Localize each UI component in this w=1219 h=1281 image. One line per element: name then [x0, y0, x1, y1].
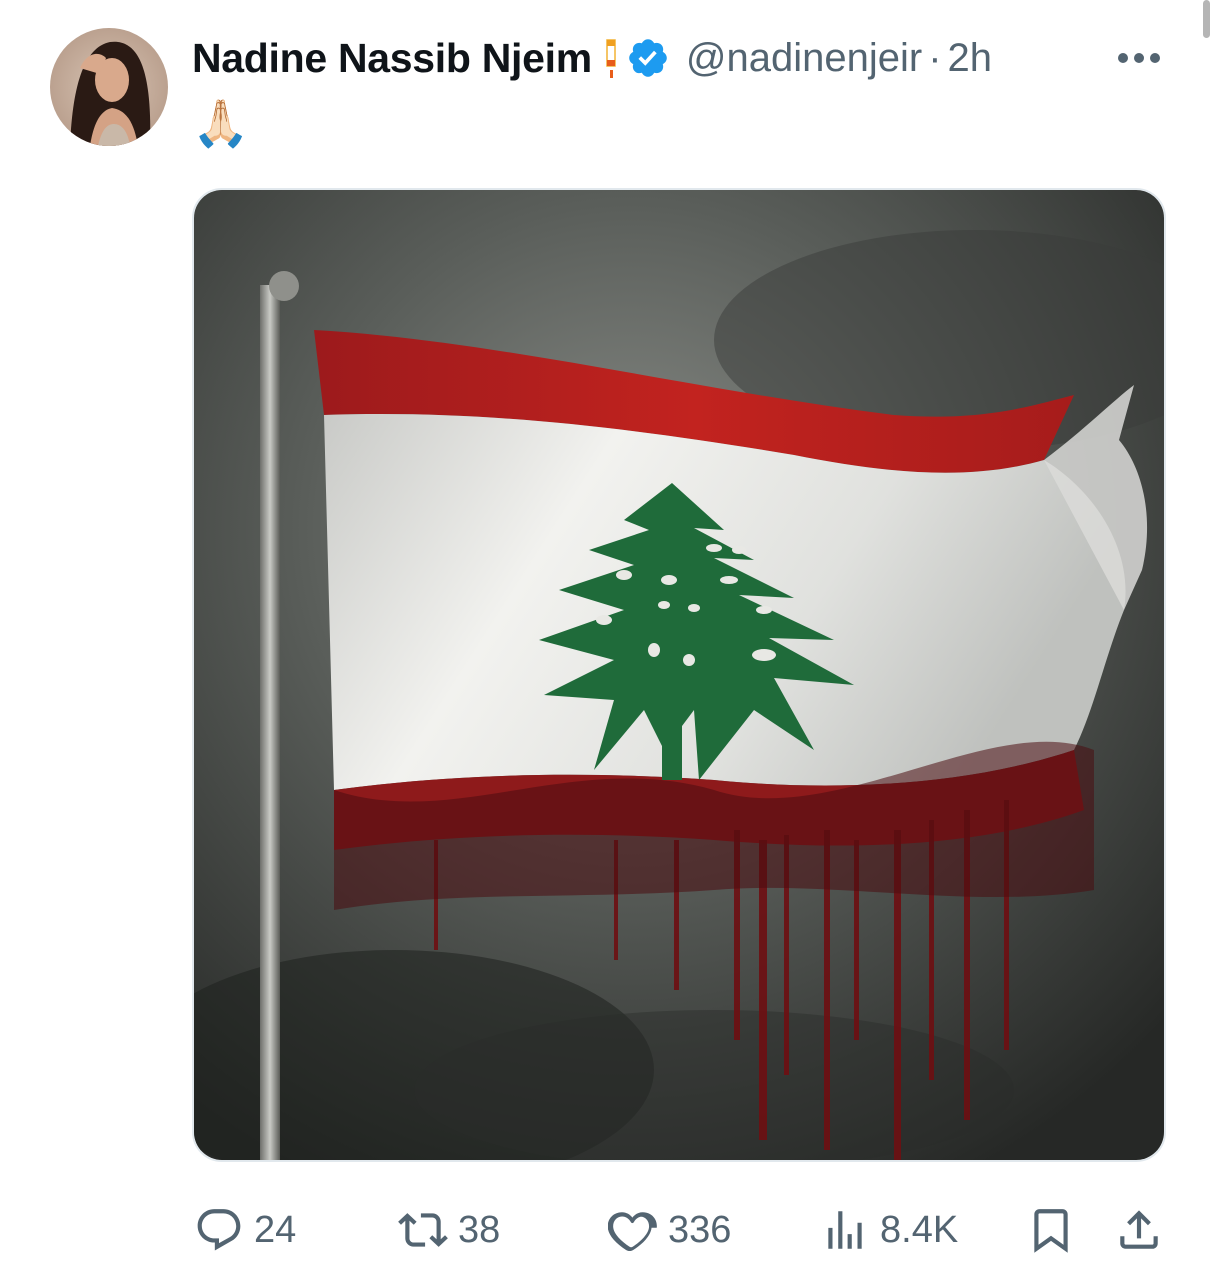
heart-icon [607, 1205, 658, 1255]
avatar-image [50, 28, 168, 146]
reply-button[interactable]: 24 [194, 1198, 296, 1262]
like-count: 336 [668, 1208, 732, 1251]
lebanon-flag-icon [604, 38, 620, 78]
views-count: 8.4K [880, 1208, 959, 1251]
bookmark-button[interactable] [1026, 1198, 1076, 1262]
repost-icon [398, 1205, 448, 1255]
tweet-actions: 24 38 336 8.4K [0, 1198, 1219, 1262]
bookmark-icon [1026, 1205, 1076, 1255]
more-options-button[interactable] [1114, 40, 1164, 76]
more-dots-icon [1118, 53, 1160, 63]
handle[interactable]: @nadinenjeir [686, 36, 922, 81]
avatar[interactable] [50, 28, 168, 146]
repost-button[interactable]: 38 [398, 1198, 500, 1262]
reply-icon [194, 1205, 244, 1255]
verified-badge-icon[interactable] [626, 36, 670, 80]
views-button[interactable]: 8.4K [820, 1198, 958, 1262]
lebanese-flag-image [194, 190, 1164, 1160]
reply-count: 24 [254, 1208, 297, 1251]
tweet[interactable]: Nadine Nassib Njeim @nadinenjeir · 2h 🙏🏻 [0, 0, 1219, 1281]
share-icon [1114, 1205, 1164, 1255]
timestamp[interactable]: 2h [948, 36, 993, 81]
tweet-text: 🙏🏻 [192, 96, 250, 150]
like-button[interactable]: 336 [607, 1198, 732, 1262]
repost-count: 38 [458, 1208, 501, 1251]
views-chart-icon [820, 1205, 870, 1255]
scrollbar[interactable] [1203, 0, 1210, 38]
tweet-header: Nadine Nassib Njeim @nadinenjeir · 2h [192, 30, 992, 86]
separator-dot: · [928, 35, 942, 80]
share-button[interactable] [1114, 1198, 1164, 1262]
display-name[interactable]: Nadine Nassib Njeim [192, 35, 592, 82]
tweet-image[interactable] [192, 188, 1166, 1162]
